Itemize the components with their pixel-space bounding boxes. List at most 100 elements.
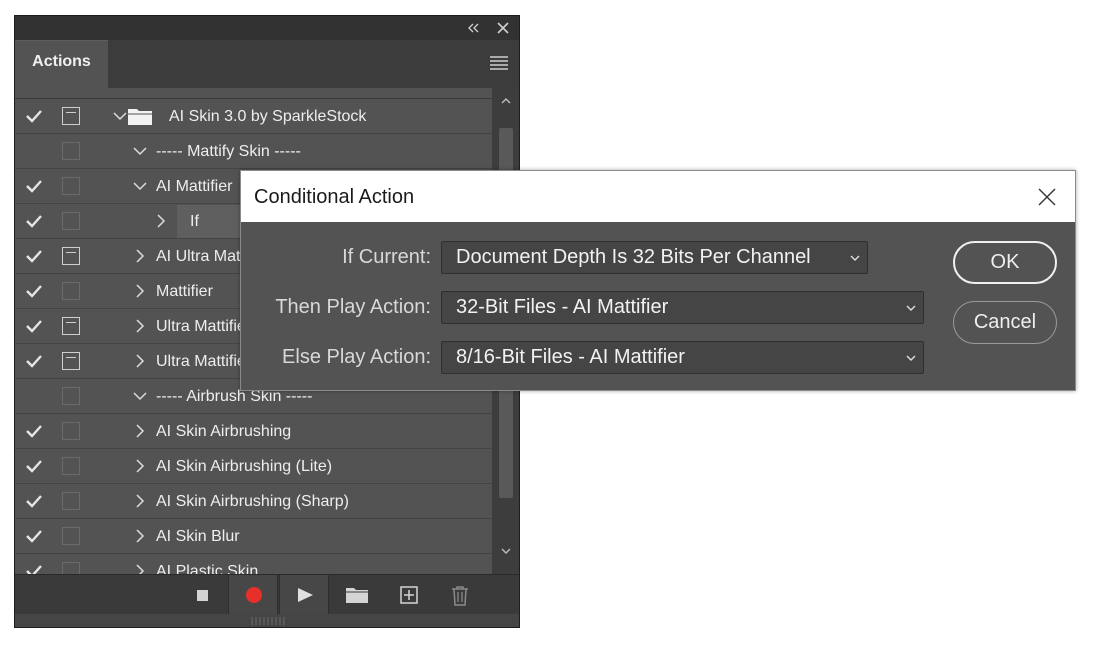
dialog-title: Conditional Action — [254, 186, 415, 208]
chevron-right-icon[interactable] — [132, 248, 148, 264]
chevron-down-icon[interactable] — [132, 178, 148, 194]
action-label: AI Plastic Skin — [156, 563, 259, 574]
action-row[interactable]: AI Skin Blur — [15, 519, 492, 554]
chevron-right-icon[interactable] — [132, 353, 148, 369]
dialog-toggle[interactable] — [62, 282, 80, 300]
ok-button[interactable]: OK — [953, 241, 1057, 284]
dialog-toggle[interactable] — [62, 177, 80, 195]
then-play-select[interactable]: 32-Bit Files - AI Mattifier — [441, 291, 924, 324]
close-icon[interactable] — [495, 20, 511, 36]
chevron-right-icon[interactable] — [132, 283, 148, 299]
chevron-down-icon — [906, 355, 916, 361]
dialog-toggle[interactable] — [62, 352, 80, 370]
checkmark-icon[interactable] — [25, 458, 43, 474]
dialog-toggle[interactable] — [62, 387, 80, 405]
folder-icon — [346, 588, 368, 603]
dialog-toggle[interactable] — [62, 457, 80, 475]
dialog-toggle[interactable] — [62, 317, 80, 335]
chevron-right-icon[interactable] — [132, 318, 148, 334]
tab-actions[interactable]: Actions — [15, 40, 108, 88]
new-action-icon — [400, 586, 418, 604]
chevron-right-icon[interactable] — [132, 528, 148, 544]
grip-icon — [251, 617, 285, 625]
action-label: AI Skin Airbrushing (Sharp) — [156, 493, 349, 510]
double-chevron-left-icon[interactable] — [465, 20, 481, 36]
action-row[interactable]: AI Skin 3.0 by SparkleStock — [15, 99, 492, 134]
trash-icon — [452, 586, 468, 606]
action-label: If — [190, 213, 199, 230]
then-play-label: Then Play Action: — [275, 296, 431, 318]
scroll-down-icon[interactable] — [499, 544, 513, 558]
checkmark-icon[interactable] — [25, 353, 43, 369]
dialog-toggle[interactable] — [62, 527, 80, 545]
chevron-down-icon — [850, 255, 860, 261]
play-icon — [298, 588, 313, 602]
chevron-down-icon[interactable] — [132, 388, 148, 404]
action-row[interactable]: AI Skin Airbrushing (Sharp) — [15, 484, 492, 519]
else-play-select[interactable]: 8/16-Bit Files - AI Mattifier — [441, 341, 924, 374]
checkmark-icon[interactable] — [25, 493, 43, 509]
stop-button[interactable] — [177, 575, 227, 615]
action-label: AI Skin Airbrushing — [156, 423, 292, 440]
action-row[interactable]: AI Plastic Skin — [15, 554, 492, 574]
dialog-toggle[interactable] — [62, 142, 80, 160]
chevron-right-icon[interactable] — [153, 213, 169, 229]
checkmark-icon[interactable] — [25, 248, 43, 264]
scroll-up-icon[interactable] — [499, 94, 513, 108]
checkmark-icon[interactable] — [25, 318, 43, 334]
chevron-right-icon[interactable] — [132, 423, 148, 439]
checkmark-icon[interactable] — [25, 283, 43, 299]
checkmark-icon[interactable] — [25, 528, 43, 544]
close-icon[interactable] — [1037, 187, 1057, 207]
if-current-label: If Current: — [342, 246, 431, 268]
panel-tabbar: Actions — [15, 40, 519, 88]
action-label: Ultra Mattifier — [156, 318, 252, 335]
dialog-toggle[interactable] — [62, 107, 80, 125]
chevron-right-icon[interactable] — [132, 493, 148, 509]
record-button[interactable] — [228, 575, 278, 615]
checkmark-icon[interactable] — [25, 563, 43, 574]
if-current-select[interactable]: Document Depth Is 32 Bits Per Channel — [441, 241, 868, 274]
checkmark-icon[interactable] — [25, 423, 43, 439]
play-button[interactable] — [279, 575, 329, 615]
cancel-button[interactable]: Cancel — [953, 301, 1057, 344]
chevron-right-icon[interactable] — [132, 563, 148, 574]
action-label: Mattifier — [156, 283, 213, 300]
action-label: AI Skin 3.0 by SparkleStock — [169, 108, 367, 125]
else-play-value: 8/16-Bit Files - AI Mattifier — [456, 346, 685, 368]
action-label: AI Mattifier — [156, 178, 233, 195]
chevron-right-icon[interactable] — [132, 458, 148, 474]
else-play-label: Else Play Action: — [282, 346, 431, 368]
delete-button[interactable] — [435, 575, 485, 615]
checkmark-icon[interactable] — [25, 213, 43, 229]
dialog-toggle[interactable] — [62, 422, 80, 440]
checkmark-icon[interactable] — [25, 178, 43, 194]
resize-grip[interactable] — [15, 614, 519, 627]
action-label: AI Skin Blur — [156, 528, 240, 545]
chevron-down-icon[interactable] — [132, 143, 148, 159]
stop-icon — [197, 590, 208, 601]
action-row[interactable]: ----- Mattify Skin ----- — [15, 134, 492, 169]
action-row[interactable]: AI Skin Airbrushing (Lite) — [15, 449, 492, 484]
dialog-toggle[interactable] — [62, 247, 80, 265]
new-action-button[interactable] — [384, 575, 434, 615]
chevron-down-icon — [906, 305, 916, 311]
then-play-value: 32-Bit Files - AI Mattifier — [456, 296, 669, 318]
checkmark-icon[interactable] — [25, 108, 43, 124]
dialog-titlebar: Conditional Action — [241, 171, 1075, 222]
folder-icon — [128, 109, 152, 125]
action-label: AI Skin Airbrushing (Lite) — [156, 458, 333, 475]
dialog-toggle[interactable] — [62, 212, 80, 230]
new-set-button[interactable] — [330, 575, 380, 615]
if-current-value: Document Depth Is 32 Bits Per Channel — [456, 246, 811, 268]
dialog-toggle[interactable] — [62, 562, 80, 574]
action-label: Ultra Mattifier — [156, 353, 252, 370]
record-icon — [246, 587, 262, 603]
chevron-down-icon[interactable] — [112, 108, 128, 124]
hamburger-menu-icon[interactable] — [489, 55, 509, 71]
dialog-toggle[interactable] — [62, 492, 80, 510]
action-row[interactable]: AI Skin Airbrushing — [15, 414, 492, 449]
panel-bottom-toolbar — [15, 574, 519, 615]
conditional-action-dialog: Conditional Action If Current: Document … — [240, 170, 1076, 391]
panel-header — [15, 16, 519, 40]
